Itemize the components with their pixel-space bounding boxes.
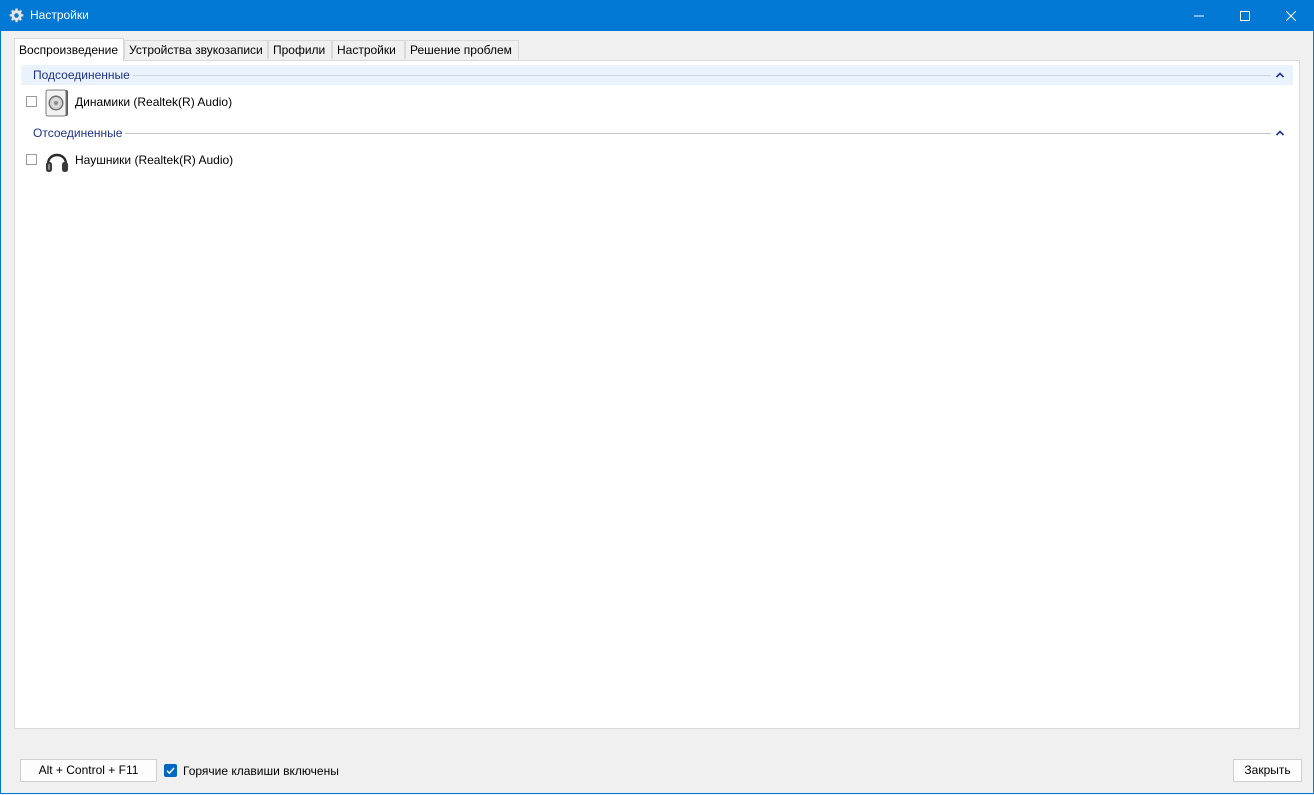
tab-settings[interactable]: Настройки <box>332 40 405 59</box>
tab-panel: Подсоединенные Динамики (Realtek(R) Audi… <box>14 60 1300 729</box>
device-list: Подсоединенные Динамики (Realtek(R) Audi… <box>21 65 1293 724</box>
hotkeys-enabled-label: Горячие клавиши включены <box>183 764 339 778</box>
device-label-speakers: Динамики (Realtek(R) Audio) <box>75 95 233 109</box>
hotkeys-enabled-checkbox[interactable] <box>164 764 177 777</box>
device-checkbox-headphones[interactable] <box>26 154 37 165</box>
speaker-icon <box>45 89 68 117</box>
headphones-icon <box>46 153 68 172</box>
group-header-connected[interactable]: Подсоединенные <box>21 65 1293 85</box>
group-title-disconnected: Отсоединенные <box>33 126 123 140</box>
tab-playback[interactable]: Воспроизведение <box>14 38 124 61</box>
chevron-up-icon[interactable] <box>1275 70 1285 80</box>
chevron-up-icon[interactable] <box>1275 128 1285 138</box>
close-icon <box>1286 10 1296 21</box>
device-label-headphones: Наушники (Realtek(R) Audio) <box>75 153 234 167</box>
minimize-button[interactable] <box>1176 0 1222 31</box>
group-divider <box>125 133 1271 134</box>
close-button[interactable]: Закрыть <box>1233 759 1302 782</box>
group-header-disconnected[interactable]: Отсоединенные <box>21 123 1293 143</box>
device-row-headphones[interactable]: Наушники (Realtek(R) Audio) <box>21 145 1293 175</box>
tab-profiles[interactable]: Профили <box>268 40 332 59</box>
maximize-button[interactable] <box>1222 0 1268 31</box>
checkmark-icon <box>166 767 175 775</box>
gear-icon <box>9 8 24 23</box>
device-row-speakers[interactable]: Динамики (Realtek(R) Audio) <box>21 87 1293 117</box>
tab-recording-devices[interactable]: Устройства звукозаписи <box>124 40 268 59</box>
group-title-connected: Подсоединенные <box>33 68 130 82</box>
window-title: Настройки <box>30 8 89 22</box>
hotkey-button[interactable]: Alt + Control + F11 <box>20 759 157 782</box>
tab-troubleshooting[interactable]: Решение проблем <box>405 40 519 59</box>
minimize-icon <box>1194 15 1204 16</box>
maximize-icon <box>1240 10 1250 21</box>
device-checkbox-speakers[interactable] <box>26 96 37 107</box>
close-window-button[interactable] <box>1268 0 1314 31</box>
title-bar: Настройки <box>0 0 1314 31</box>
group-divider <box>133 75 1271 76</box>
